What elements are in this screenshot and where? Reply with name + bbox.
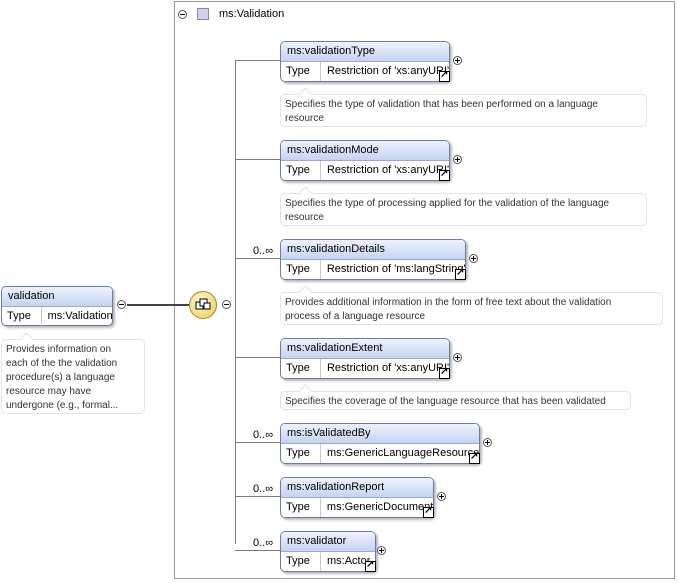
element-box-validationDetails[interactable]: ms:validationDetails Type Restriction of …: [280, 239, 466, 280]
branch-1: [235, 159, 281, 160]
annotation-validationType: Specifies the type of validation that ha…: [280, 94, 647, 127]
expand-icon[interactable]: [453, 56, 462, 65]
collapse-icon[interactable]: [178, 9, 187, 19]
expand-icon[interactable]: [469, 254, 478, 263]
branch-3: [235, 357, 281, 358]
type-row: Type Restriction of 'xs:anyURI': [281, 359, 449, 378]
sequence-trunk-line: [235, 60, 236, 544]
type-row: Type ms:GenericDocument: [281, 498, 433, 517]
complex-type-icon: [197, 8, 209, 20]
sequence-compositor-icon[interactable]: [189, 291, 217, 319]
root-connector: [127, 304, 191, 306]
element-name: ms:validationDetails: [281, 240, 465, 260]
occurrence-label: 0..∞: [253, 245, 274, 257]
element-name: ms:validationType: [281, 42, 449, 62]
element-box-validationMode[interactable]: ms:validationMode Type Restriction of 'xs…: [280, 140, 450, 181]
element-name: ms:validationMode: [281, 141, 449, 161]
branch-0: [235, 60, 281, 61]
expand-icon[interactable]: [483, 438, 492, 447]
element-name: ms:validationReport: [281, 478, 433, 498]
element-box-validationReport[interactable]: ms:validationReport Type ms:GenericDocume…: [280, 477, 434, 518]
type-reference-icon[interactable]: [423, 505, 434, 518]
element-box-isValidatedBy[interactable]: ms:isValidatedBy Type ms:GenericLanguageR…: [280, 423, 480, 464]
type-row: Type ms:Actor: [281, 552, 375, 571]
branch-5: [235, 496, 281, 497]
root-element-name: validation: [2, 287, 112, 307]
expand-icon[interactable]: [377, 546, 386, 555]
annotation-validationExtent: Specifies the coverage of the language r…: [280, 391, 631, 410]
group-header: ms:Validation: [178, 4, 284, 24]
type-reference-icon[interactable]: [439, 69, 450, 82]
root-element-box[interactable]: validation Type ms:Validation: [1, 286, 113, 326]
root-type-row: Type ms:Validation: [2, 307, 112, 326]
element-box-validator[interactable]: ms:validator Type ms:Actor: [280, 531, 376, 572]
branch-2: [235, 258, 281, 259]
annotation-validationMode: Specifies the type of processing applied…: [280, 193, 647, 226]
occurrence-label: 0..∞: [253, 537, 274, 549]
type-row: Type Restriction of 'ms:langString': [281, 260, 465, 279]
type-reference-icon[interactable]: [439, 366, 450, 379]
type-row: Type Restriction of 'xs:anyURI': [281, 161, 449, 180]
element-box-validationType[interactable]: ms:validationType Type Restriction of 'xs…: [280, 41, 450, 82]
element-box-validationExtent[interactable]: ms:validationExtent Type Restriction of '…: [280, 338, 450, 379]
element-name: ms:validator: [281, 532, 375, 552]
sequence-collapse-icon[interactable]: [222, 300, 231, 309]
expand-icon[interactable]: [453, 155, 462, 164]
element-name: ms:isValidatedBy: [281, 424, 479, 444]
type-row: Type Restriction of 'xs:anyURI': [281, 62, 449, 81]
occurrence-label: 0..∞: [253, 483, 274, 495]
root-collapse-icon[interactable]: [117, 300, 126, 309]
annotation-validationDetails: Provides additional information in the f…: [280, 292, 663, 325]
type-reference-icon[interactable]: [439, 168, 450, 181]
group-title: ms:Validation: [219, 8, 285, 20]
root-annotation: Provides information on each of the the …: [1, 339, 145, 414]
type-reference-icon[interactable]: [469, 451, 480, 464]
expand-icon[interactable]: [437, 492, 446, 501]
branch-6: [235, 550, 281, 551]
branch-4: [235, 442, 281, 443]
type-row: Type ms:GenericLanguageResource: [281, 444, 479, 463]
type-reference-icon[interactable]: [455, 267, 466, 280]
element-name: ms:validationExtent: [281, 339, 449, 359]
occurrence-label: 0..∞: [253, 429, 274, 441]
type-reference-icon[interactable]: [365, 559, 376, 572]
expand-icon[interactable]: [453, 353, 462, 362]
